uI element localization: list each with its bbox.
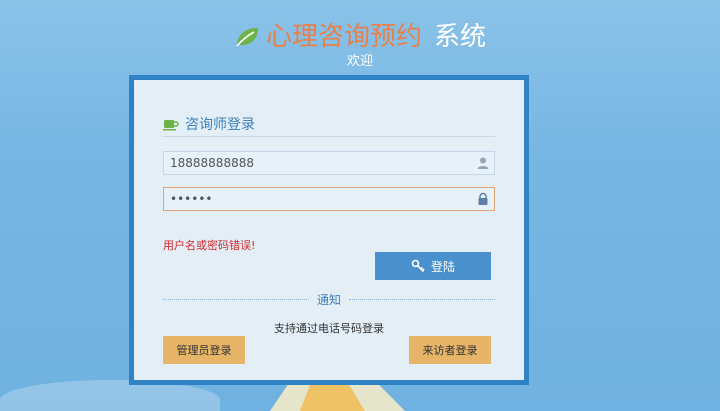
notice-text: 支持通过电话号码登录 (274, 322, 384, 335)
password-input[interactable] (164, 188, 476, 210)
welcome-text: 欢迎 (346, 54, 373, 69)
login-heading: 咨询师登录 (163, 112, 495, 137)
leaf-icon (236, 28, 258, 47)
coffee-cup-icon (163, 120, 179, 131)
login-button-label: 登陆 (430, 259, 455, 274)
login-panel: 咨询师登录 用户名或密码错误! 登陆 通知 (129, 75, 529, 385)
key-icon (411, 259, 425, 273)
app-title-main: 心理咨询预约 (265, 22, 422, 52)
login-heading-text: 咨询师登录 (185, 117, 255, 133)
page-header: 心理咨询预约 系统 欢迎 (0, 20, 720, 69)
notice-divider: 通知 (163, 291, 496, 307)
notice-divider-label: 通知 (317, 292, 342, 307)
login-panel-inner: 咨询师登录 用户名或密码错误! 登陆 通知 (163, 80, 496, 380)
user-icon (477, 157, 489, 169)
app-title: 心理咨询预约 系统 (234, 20, 486, 54)
app-title-sub: 系统 (434, 22, 487, 52)
username-input[interactable] (164, 152, 476, 174)
divider-line-right (349, 298, 496, 300)
password-field (163, 187, 495, 211)
lock-icon (478, 192, 488, 205)
visitor-login-button[interactable]: 来访者登录 (409, 336, 491, 364)
login-button[interactable]: 登陆 (375, 252, 491, 280)
username-field (163, 151, 495, 175)
login-error-message: 用户名或密码错误! (163, 239, 256, 252)
admin-login-button[interactable]: 管理员登录 (163, 336, 245, 364)
divider-line-left (163, 298, 309, 300)
